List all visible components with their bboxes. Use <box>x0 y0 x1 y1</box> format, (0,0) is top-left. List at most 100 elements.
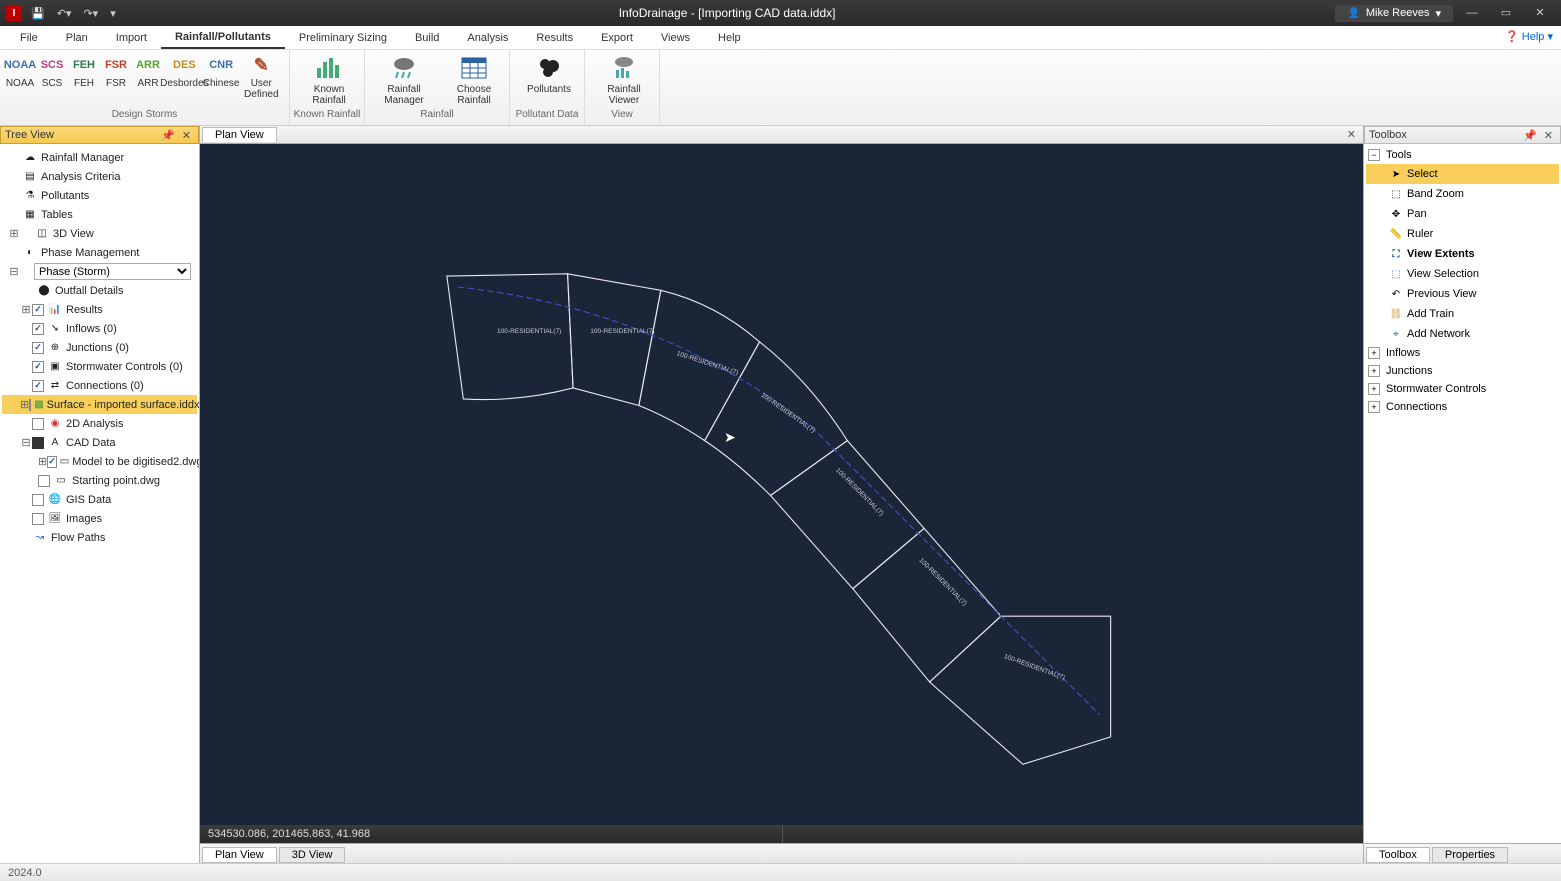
tool-previous-view[interactable]: ↶Previous View <box>1366 284 1559 304</box>
ribbon-feh[interactable]: FEHFEH <box>68 52 100 91</box>
checkbox[interactable] <box>32 361 44 373</box>
menu-build[interactable]: Build <box>401 28 453 48</box>
tool-add-train[interactable]: ⛓Add Train <box>1366 304 1559 324</box>
checkbox[interactable] <box>32 304 44 316</box>
expand-icon[interactable]: + <box>1368 365 1380 377</box>
tree-model-dwg[interactable]: ⊞▭Model to be digitised2.dwg <box>2 452 197 471</box>
close-icon[interactable]: ✕ <box>179 129 194 142</box>
qat-redo-icon[interactable]: ↷▾ <box>80 7 101 20</box>
tree-junctions[interactable]: ⊕Junctions (0) <box>2 338 197 357</box>
section-inflows[interactable]: +Inflows <box>1366 344 1559 362</box>
menu-results[interactable]: Results <box>522 28 587 48</box>
menu-rainfall-pollutants[interactable]: Rainfall/Pollutants <box>161 27 285 49</box>
tree-gis-data[interactable]: 🌐GIS Data <box>2 490 197 509</box>
expand-icon[interactable]: + <box>1368 347 1380 359</box>
collapse-icon[interactable]: ⊟ <box>8 265 20 278</box>
tree-2d-analysis[interactable]: ◉2D Analysis <box>2 414 197 433</box>
help-link[interactable]: ❓ Help ▾ <box>1505 30 1553 43</box>
close-button[interactable]: ✕ <box>1525 3 1555 23</box>
checkbox[interactable] <box>32 494 44 506</box>
tree-3d-view[interactable]: ⊞◫3D View <box>2 224 197 243</box>
ribbon-known-rainfall[interactable]: Known Rainfall <box>294 52 364 108</box>
qat-customize-icon[interactable]: ▾ <box>107 7 119 20</box>
tree-tables[interactable]: ▦Tables <box>2 205 197 224</box>
checkbox[interactable] <box>32 323 44 335</box>
tree-images[interactable]: 🖼Images <box>2 509 197 528</box>
expand-icon[interactable]: + <box>1368 383 1380 395</box>
menu-export[interactable]: Export <box>587 28 647 48</box>
expand-icon[interactable]: ⊞ <box>8 227 20 240</box>
ribbon-chinese[interactable]: CNRChinese <box>205 52 238 91</box>
expand-icon[interactable]: ⊞ <box>20 303 32 316</box>
tree-flow-paths[interactable]: ↝Flow Paths <box>2 528 197 547</box>
tab-3d-view[interactable]: 3D View <box>279 847 346 863</box>
close-icon[interactable]: ✕ <box>1541 129 1556 142</box>
tool-ruler[interactable]: 📏Ruler <box>1366 224 1559 244</box>
tool-view-extents[interactable]: ⛶View Extents <box>1366 244 1559 264</box>
menu-analysis[interactable]: Analysis <box>453 28 522 48</box>
tab-toolbox[interactable]: Toolbox <box>1366 847 1430 863</box>
checkbox[interactable] <box>32 380 44 392</box>
collapse-icon[interactable]: − <box>1368 149 1380 161</box>
section-stormwater[interactable]: +Stormwater Controls <box>1366 380 1559 398</box>
expand-icon[interactable]: + <box>1368 401 1380 413</box>
ribbon-fsr[interactable]: FSRFSR <box>100 52 132 91</box>
expand-icon[interactable]: ⊞ <box>38 455 47 468</box>
checkbox-mixed[interactable] <box>32 437 44 449</box>
tool-pan[interactable]: ✥Pan <box>1366 204 1559 224</box>
menu-file[interactable]: File <box>6 28 52 48</box>
tool-view-selection[interactable]: ⬚View Selection <box>1366 264 1559 284</box>
ribbon-choose-rainfall[interactable]: Choose Rainfall <box>439 52 509 108</box>
section-tools[interactable]: −Tools <box>1366 146 1559 164</box>
tree-inflows[interactable]: ➘Inflows (0) <box>2 319 197 338</box>
ribbon-rainfall-viewer[interactable]: Rainfall Viewer <box>589 52 659 108</box>
checkbox[interactable] <box>47 456 57 468</box>
menu-import[interactable]: Import <box>102 28 161 48</box>
pin-icon[interactable]: 📌 <box>161 129 175 142</box>
ribbon-scs[interactable]: SCSSCS <box>36 52 68 91</box>
tree-results[interactable]: ⊞📊Results <box>2 300 197 319</box>
qat-save-icon[interactable]: 💾 <box>28 7 48 20</box>
tool-select[interactable]: ➤Select <box>1366 164 1559 184</box>
plan-canvas[interactable]: 100-RESIDENTIAL(7) 100-RESIDENTIAL(7) 10… <box>200 144 1363 825</box>
tree-connections[interactable]: ⇄Connections (0) <box>2 376 197 395</box>
qat-undo-icon[interactable]: ↶▾ <box>54 7 75 20</box>
menu-preliminary-sizing[interactable]: Preliminary Sizing <box>285 28 401 48</box>
tree-pollutants[interactable]: ⚗Pollutants <box>2 186 197 205</box>
tool-band-zoom[interactable]: ⬚Band Zoom <box>1366 184 1559 204</box>
expand-icon[interactable]: ⊞ <box>20 398 29 411</box>
collapse-icon[interactable]: ⊟ <box>20 436 32 449</box>
ribbon-rainfall-manager[interactable]: Rainfall Manager <box>369 52 439 108</box>
section-connections[interactable]: +Connections <box>1366 398 1559 416</box>
checkbox[interactable] <box>32 342 44 354</box>
maximize-button[interactable]: ▭ <box>1491 3 1521 23</box>
close-icon[interactable]: ✕ <box>1344 128 1359 141</box>
minimize-button[interactable]: — <box>1457 3 1487 23</box>
checkbox[interactable] <box>32 513 44 525</box>
checkbox[interactable] <box>38 475 50 487</box>
section-junctions[interactable]: +Junctions <box>1366 362 1559 380</box>
phase-select[interactable]: Phase (Storm) <box>34 263 191 280</box>
tree-phase-management[interactable]: ◐Phase Management <box>2 243 197 262</box>
tab-properties[interactable]: Properties <box>1432 847 1508 863</box>
tab-plan-view[interactable]: Plan View <box>202 847 277 863</box>
menu-help[interactable]: Help <box>704 28 755 48</box>
tree-starting-dwg[interactable]: ▭Starting point.dwg <box>2 471 197 490</box>
ribbon-desbordes[interactable]: DESDesbordes <box>164 52 205 91</box>
tool-add-network[interactable]: ⌖Add Network <box>1366 324 1559 344</box>
menu-views[interactable]: Views <box>647 28 704 48</box>
tree-analysis-criteria[interactable]: ▤Analysis Criteria <box>2 167 197 186</box>
plan-view-tab[interactable]: Plan View <box>202 127 277 142</box>
ribbon-pollutants[interactable]: Pollutants <box>514 52 584 97</box>
tree-stormwater[interactable]: ▣Stormwater Controls (0) <box>2 357 197 376</box>
ribbon-noaa[interactable]: NOAANOAA <box>4 52 36 91</box>
tree-outfall-details[interactable]: ⬤Outfall Details <box>2 281 197 300</box>
pin-icon[interactable]: 📌 <box>1523 129 1537 142</box>
menu-plan[interactable]: Plan <box>52 28 102 48</box>
ribbon-user-defined[interactable]: ✎User Defined <box>238 52 285 102</box>
checkbox[interactable] <box>29 399 31 411</box>
tree-rainfall-manager[interactable]: ☁Rainfall Manager <box>2 148 197 167</box>
checkbox[interactable] <box>32 418 44 430</box>
tree-surface[interactable]: ⊞▩Surface - imported surface.iddx <box>2 395 197 414</box>
user-chip[interactable]: Mike Reeves ▾ <box>1335 5 1453 22</box>
